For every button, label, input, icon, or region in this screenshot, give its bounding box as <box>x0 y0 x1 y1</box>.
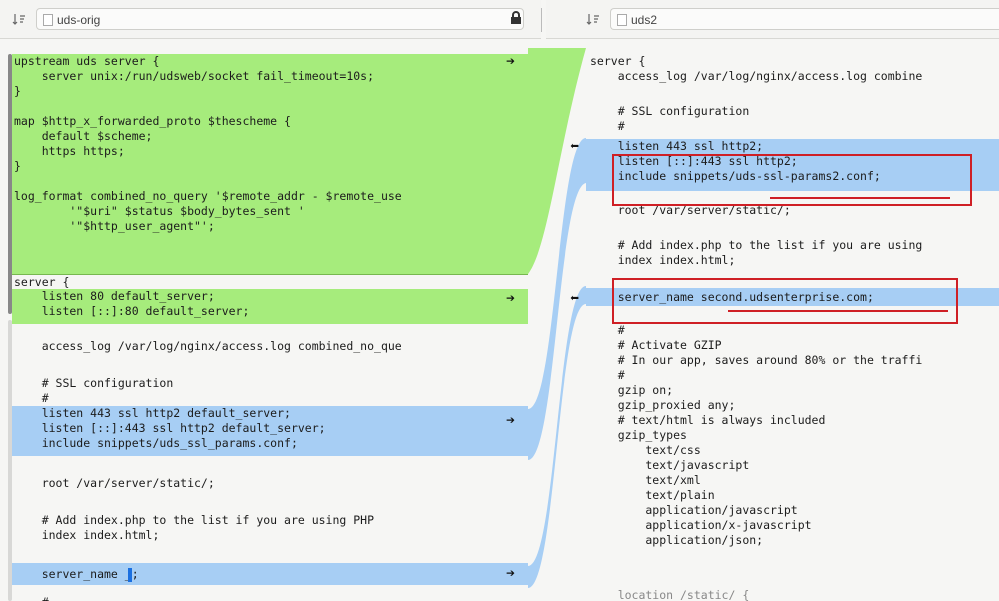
code-line <box>12 174 528 189</box>
code-line: map $http_x_forwarded_proto $thescheme { <box>12 114 528 129</box>
code-line: https https; <box>12 144 528 159</box>
code-line: location /static/ { <box>590 588 750 601</box>
code-line: listen 443 ssl http2; <box>586 139 999 154</box>
pane-separator <box>541 8 542 32</box>
code-line: root /var/server/static/; <box>14 476 215 490</box>
code-line: # <box>590 323 625 337</box>
left-filename: uds-orig <box>57 13 101 27</box>
code-line: # Activate GZIP <box>590 338 722 352</box>
code-line: gzip_proxied any; <box>590 398 736 412</box>
right-filename: uds2 <box>631 13 658 27</box>
sort-order-icon[interactable] <box>586 13 600 25</box>
code-line <box>12 99 528 114</box>
code-line: access_log /var/log/nginx/access.log com… <box>590 69 923 83</box>
code-line: default $scheme; <box>12 129 528 144</box>
right-filename-field[interactable]: uds2 <box>610 8 999 30</box>
code-line: } <box>12 84 528 99</box>
code-line: access_log /var/log/nginx/access.log com… <box>14 339 402 353</box>
left-filename-field[interactable]: uds-orig <box>36 8 524 30</box>
code-line: listen [::]:443 ssl http2 default_server… <box>12 421 528 436</box>
code-line: text/xml <box>590 473 701 487</box>
code-line: gzip on; <box>590 383 674 397</box>
code-line: include snippets/uds_ssl_params.conf; <box>12 436 528 456</box>
code-line: server_name _; <box>12 563 528 585</box>
code-line: listen 443 ssl http2 default_server; <box>12 406 528 421</box>
merge-left-arrow[interactable]: ⬅ <box>570 291 579 306</box>
code-line: application/javascript <box>590 503 798 517</box>
right-pane-header: uds2 <box>546 0 999 39</box>
code-line: } <box>12 159 528 174</box>
code-line: # In our app, saves around 80% or the tr… <box>590 353 923 367</box>
code-line: server unix:/run/udsweb/socket fail_time… <box>12 69 528 84</box>
code-line: upstream uds server { <box>12 54 528 69</box>
annotation-underline-server-name <box>728 310 948 312</box>
code-line: # Add index.php to the list if you are u… <box>590 238 923 252</box>
annotation-box-server-name <box>612 278 958 324</box>
code-line: # <box>14 391 49 405</box>
code-line: # Add index.php to the list if you are u… <box>14 513 375 527</box>
merge-right-arrow[interactable]: ➔ <box>506 566 515 581</box>
code-line: text/plain <box>590 488 715 502</box>
code-line: text/css <box>590 443 701 457</box>
text-cursor <box>128 568 132 582</box>
code-line: # text/html is always included <box>590 413 826 427</box>
code-line: # <box>590 119 625 133</box>
lock-icon[interactable] <box>508 10 524 26</box>
left-pane[interactable]: upstream uds server { server unix:/run/u… <box>12 48 528 601</box>
code-line: # SSL configuration <box>14 376 174 390</box>
left-pane-header: uds-orig <box>0 0 541 39</box>
code-line: log_format combined_no_query '$remote_ad… <box>12 189 528 204</box>
code-line: gzip_types <box>590 428 687 442</box>
diff-connectors <box>528 48 586 588</box>
code-line <box>12 234 528 274</box>
code-line: text/javascript <box>590 458 750 472</box>
file-icon <box>43 14 53 26</box>
code-line: '"$uri" $status $body_bytes_sent ' <box>12 204 528 219</box>
code-line: # SSL configuration <box>590 104 750 118</box>
code-line: listen 80 default_server; <box>12 289 528 304</box>
code-line: '"$http_user_agent"'; <box>12 219 528 234</box>
merge-right-arrow[interactable]: ➔ <box>506 291 515 306</box>
code-line: server { <box>590 54 646 68</box>
sort-order-icon[interactable] <box>12 13 26 25</box>
right-pane[interactable]: server { access_log /var/log/nginx/acces… <box>586 48 999 601</box>
code-line: # <box>12 595 528 601</box>
code-line: application/x-javascript <box>590 518 812 532</box>
code-line: server { <box>12 274 528 290</box>
code-line: listen [::]:80 default_server; <box>12 304 528 324</box>
merge-left-arrow[interactable]: ⬅ <box>570 139 579 154</box>
file-icon <box>617 14 627 26</box>
merge-right-arrow[interactable]: ➔ <box>506 413 515 428</box>
merge-right-arrow[interactable]: ➔ <box>506 54 515 69</box>
annotation-underline-ssl <box>770 197 950 199</box>
code-line: application/json; <box>590 533 764 547</box>
code-line: # <box>590 368 625 382</box>
